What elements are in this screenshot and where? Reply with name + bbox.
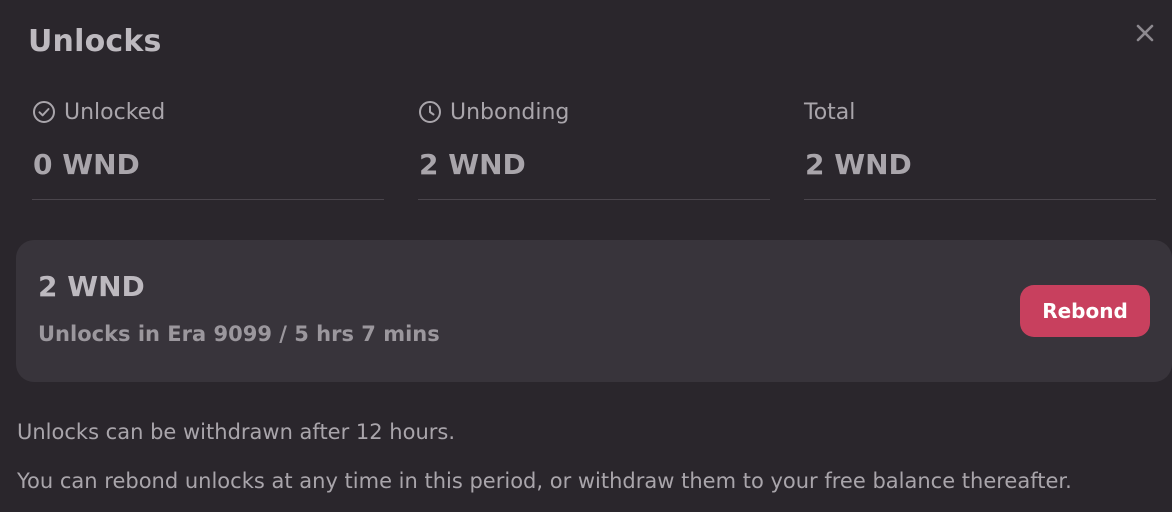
unlock-item-card: 2 WND Unlocks in Era 9099 / 5 hrs 7 mins… <box>16 240 1172 382</box>
unlocks-modal: Unlocks Unlocked 0 WND Unbonding 2 WND T… <box>0 0 1172 512</box>
stat-value: 0 WND <box>33 148 140 181</box>
stats-row: Unlocked 0 WND Unbonding 2 WND Total 2 W… <box>32 96 1156 200</box>
stat-total: Total 2 WND <box>804 96 1156 200</box>
close-button[interactable] <box>1132 20 1158 46</box>
stat-label: Unlocked <box>64 99 166 125</box>
rebond-note: You can rebond unlocks at any time in th… <box>17 469 1072 493</box>
stat-value: 2 WND <box>419 148 526 181</box>
stat-unlocked: Unlocked 0 WND <box>32 96 384 200</box>
stat-unbonding: Unbonding 2 WND <box>418 96 770 200</box>
modal-title: Unlocks <box>28 24 162 59</box>
rebond-button[interactable]: Rebond <box>1020 285 1150 337</box>
unlock-amount: 2 WND <box>38 270 145 303</box>
stat-value: 2 WND <box>805 148 912 181</box>
check-circle-icon <box>33 101 55 123</box>
clock-icon <box>419 101 441 123</box>
close-icon[interactable] <box>1136 24 1154 42</box>
stat-label: Total <box>804 99 856 125</box>
stat-label: Unbonding <box>450 99 570 125</box>
withdraw-note: Unlocks can be withdrawn after 12 hours. <box>17 420 456 444</box>
unlock-era-info: Unlocks in Era 9099 / 5 hrs 7 mins <box>38 322 440 346</box>
